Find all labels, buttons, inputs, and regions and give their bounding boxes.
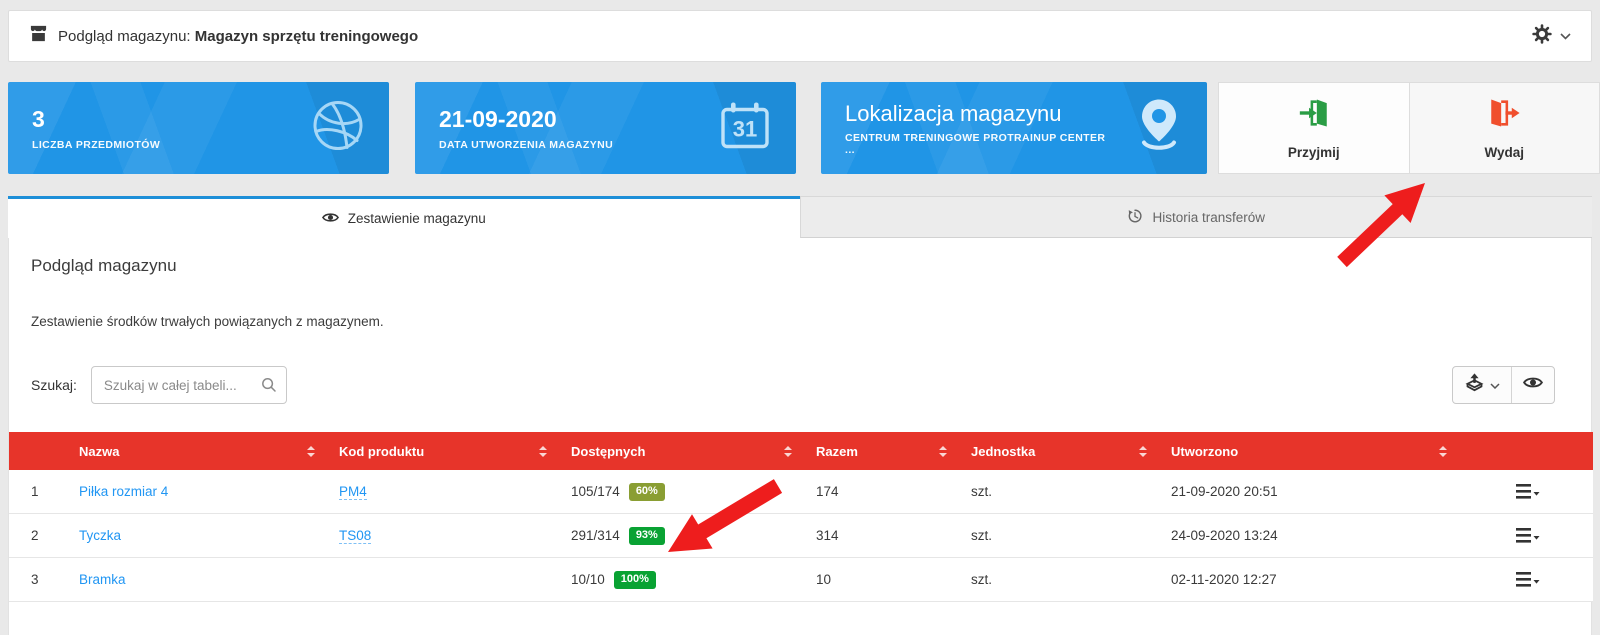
unit-value: szt. bbox=[963, 484, 1163, 499]
settings-button[interactable] bbox=[1532, 24, 1571, 49]
unit-value: szt. bbox=[963, 528, 1163, 543]
tab-warehouse-overview[interactable]: Zestawienie magazynu bbox=[8, 196, 800, 238]
sort-icon bbox=[1439, 446, 1447, 457]
transfer-actions: Przyjmij Wydaj bbox=[1218, 82, 1600, 174]
item-name-link[interactable]: Tyczka bbox=[79, 528, 121, 543]
column-visibility-button[interactable] bbox=[1511, 367, 1554, 403]
header-available[interactable]: Dostępnych bbox=[563, 444, 808, 459]
stat-value: 3 bbox=[32, 105, 160, 134]
item-name-link[interactable]: Piłka rozmiar 4 bbox=[79, 484, 168, 499]
search-input[interactable] bbox=[91, 366, 287, 404]
row-index: 2 bbox=[23, 528, 71, 543]
stat-value: 21-09-2020 bbox=[439, 105, 613, 134]
sort-icon bbox=[784, 446, 792, 457]
section-title: Podgląd magazynu bbox=[31, 256, 177, 276]
table-row: 2 Tyczka TS08 291/314 93% 314 szt. 24-09-… bbox=[9, 514, 1593, 558]
item-code-link[interactable]: TS08 bbox=[339, 528, 371, 544]
availability-badge: 93% bbox=[629, 527, 665, 545]
export-button[interactable] bbox=[1453, 367, 1511, 403]
sort-icon bbox=[939, 446, 947, 457]
chevron-down-icon bbox=[1490, 376, 1500, 394]
stat-card-created-date: 21-09-2020 DATA UTWORZENIA MAGAZYNU 31 bbox=[415, 82, 796, 174]
item-name-link[interactable]: Bramka bbox=[79, 572, 126, 587]
door-exit-icon bbox=[1487, 96, 1521, 135]
stat-card-items-count: 3 LICZBA PRZEDMIOTÓW bbox=[8, 82, 389, 174]
unit-value: szt. bbox=[963, 572, 1163, 587]
map-pin-icon bbox=[1135, 97, 1183, 160]
eye-icon bbox=[322, 211, 339, 227]
chevron-down-icon bbox=[1560, 27, 1571, 45]
stat-label: DATA UTWORZENIA MAGAZYNU bbox=[439, 139, 613, 151]
header-unit[interactable]: Jednostka bbox=[963, 444, 1163, 459]
sort-icon bbox=[1139, 446, 1147, 457]
topbar: Podgląd magazynu: Magazyn sprzętu trenin… bbox=[8, 10, 1592, 62]
content-panel: Podgląd magazynu Zestawienie środków trw… bbox=[8, 238, 1592, 635]
row-menu-button[interactable] bbox=[1516, 571, 1540, 588]
svg-text:31: 31 bbox=[733, 117, 757, 142]
created-value: 02-11-2020 12:27 bbox=[1163, 572, 1463, 587]
stat-value: Lokalizacja magazynu bbox=[845, 100, 1117, 128]
search-label: Szukaj: bbox=[31, 377, 77, 393]
table-tools bbox=[1452, 366, 1555, 404]
total-value: 174 bbox=[808, 484, 963, 499]
gear-icon bbox=[1532, 24, 1552, 49]
door-enter-icon bbox=[1297, 96, 1331, 135]
availability-badge: 100% bbox=[614, 571, 656, 589]
section-subtitle: Zestawienie środków trwałych powiązanych… bbox=[31, 314, 384, 329]
created-value: 21-09-2020 20:51 bbox=[1163, 484, 1463, 499]
created-value: 24-09-2020 13:24 bbox=[1163, 528, 1463, 543]
stat-label: LICZBA PRZEDMIOTÓW bbox=[32, 139, 160, 151]
stat-label: CENTRUM TRENINGOWE PROTRAINUP CENTER ... bbox=[845, 132, 1117, 156]
tab-bar: Zestawienie magazynu Historia transferów bbox=[8, 196, 1592, 238]
total-value: 10 bbox=[808, 572, 963, 587]
header-name[interactable]: Nazwa bbox=[71, 444, 331, 459]
tab-transfer-history[interactable]: Historia transferów bbox=[800, 196, 1593, 238]
header-code[interactable]: Kod produktu bbox=[331, 444, 563, 459]
total-value: 314 bbox=[808, 528, 963, 543]
available-value: 105/174 bbox=[571, 484, 620, 499]
available-value: 10/10 bbox=[571, 572, 605, 587]
receive-label: Przyjmij bbox=[1288, 145, 1340, 160]
row-menu-button[interactable] bbox=[1516, 483, 1540, 500]
row-menu-button[interactable] bbox=[1516, 527, 1540, 544]
calendar-icon: 31 bbox=[718, 101, 772, 156]
table-header: Nazwa Kod produktu Dostępnych Razem Jedn… bbox=[9, 432, 1593, 470]
stat-card-location: Lokalizacja magazynu CENTRUM TRENINGOWE … bbox=[821, 82, 1207, 174]
item-code-link[interactable]: PM4 bbox=[339, 484, 367, 500]
row-index: 3 bbox=[23, 572, 71, 587]
available-value: 291/314 bbox=[571, 528, 620, 543]
header-total[interactable]: Razem bbox=[808, 444, 963, 459]
header-created[interactable]: Utworzono bbox=[1163, 444, 1463, 459]
sort-icon bbox=[307, 446, 315, 457]
eye-icon bbox=[1523, 375, 1543, 395]
issue-button[interactable]: Wydaj bbox=[1409, 83, 1600, 173]
history-icon bbox=[1127, 208, 1143, 227]
tab-label: Zestawienie magazynu bbox=[348, 211, 486, 226]
receive-button[interactable]: Przyjmij bbox=[1219, 83, 1409, 173]
search-icon bbox=[261, 377, 277, 398]
search-row: Szukaj: bbox=[31, 366, 287, 404]
export-icon bbox=[1464, 372, 1485, 398]
warehouse-overview-page: Podgląd magazynu: Magazyn sprzętu trenin… bbox=[0, 0, 1600, 635]
availability-badge: 60% bbox=[629, 483, 665, 501]
store-icon bbox=[29, 24, 48, 48]
dribbble-icon bbox=[311, 99, 365, 158]
row-index: 1 bbox=[23, 484, 71, 499]
page-title: Podgląd magazynu: Magazyn sprzętu trenin… bbox=[58, 28, 418, 45]
issue-label: Wydaj bbox=[1484, 145, 1524, 160]
tab-label: Historia transferów bbox=[1152, 210, 1265, 225]
sort-icon bbox=[539, 446, 547, 457]
table-row: 1 Piłka rozmiar 4 PM4 105/174 60% 174 szt… bbox=[9, 470, 1593, 514]
table-row: 3 Bramka 10/10 100% 10 szt. 02-11-2020 12… bbox=[9, 558, 1593, 602]
